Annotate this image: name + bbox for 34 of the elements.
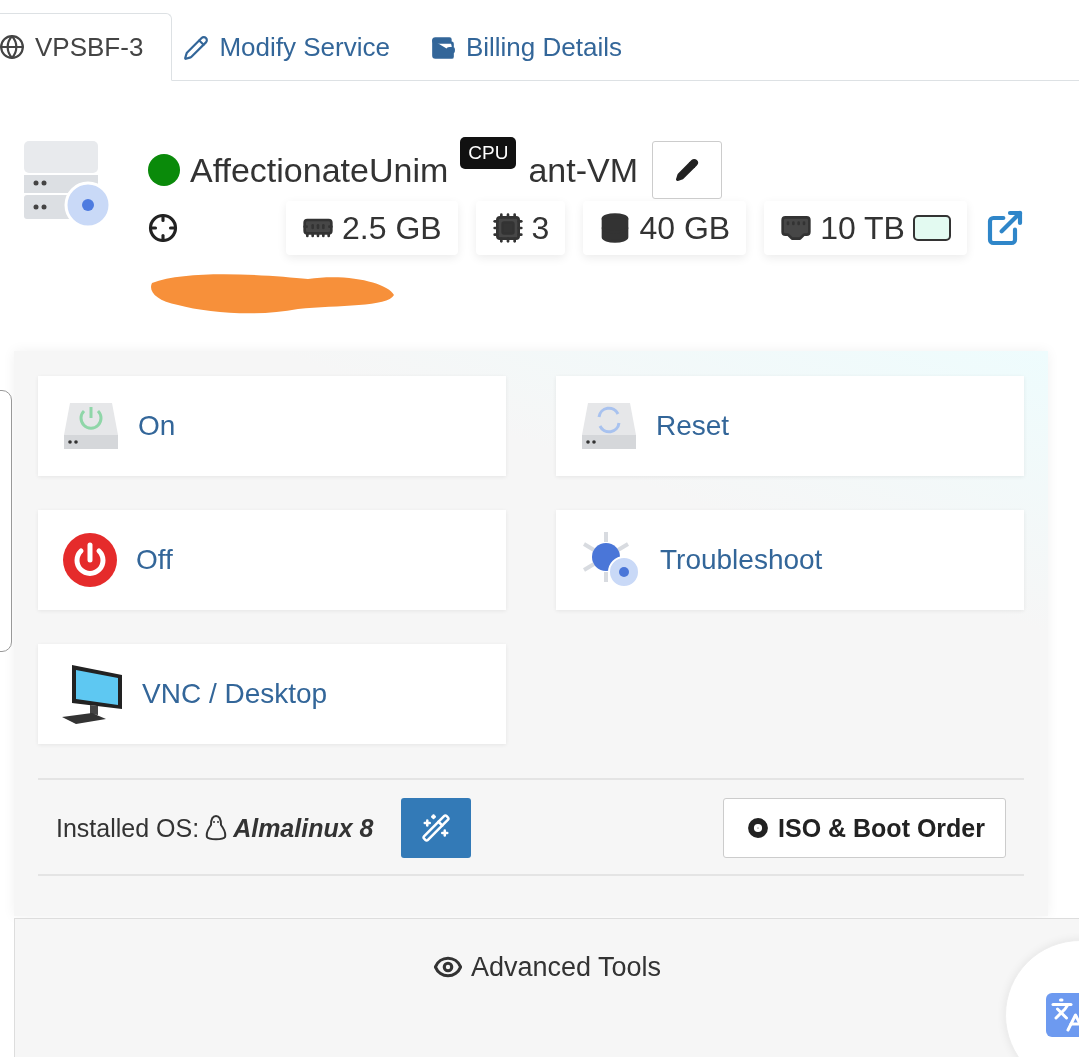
reinstall-button[interactable] — [401, 798, 472, 858]
drive-power-icon — [62, 401, 120, 451]
action-button[interactable]: Off — [38, 510, 506, 610]
pencil-icon — [675, 158, 699, 182]
action-button[interactable]: VNC / Desktop — [38, 644, 506, 744]
action-button[interactable]: On — [38, 376, 506, 476]
os-name: Almalinux 8 — [233, 813, 374, 843]
tab[interactable]: VPSBF-3 — [0, 13, 173, 81]
spec-badge: 40 GB — [583, 201, 747, 255]
monitor-icon — [62, 663, 124, 725]
usage-bar-icon — [912, 215, 951, 241]
penguin-icon — [205, 815, 228, 841]
os-label: Installed OS: — [56, 813, 200, 843]
pencil-icon — [183, 34, 210, 61]
wallet-icon — [429, 34, 456, 61]
edit-button[interactable] — [652, 141, 722, 199]
tooltip: CPU — [460, 137, 517, 169]
tab[interactable]: Billing Details — [418, 13, 651, 81]
advanced-tools-button[interactable]: Advanced Tools — [426, 949, 668, 985]
globe-icon — [0, 34, 25, 60]
magic-wand-icon — [421, 813, 452, 843]
server-name: AffectionateUnim — [190, 150, 449, 190]
crosshair-icon[interactable] — [148, 213, 178, 243]
drive-refresh-icon — [580, 401, 638, 451]
spec-badge: 10 TB — [764, 201, 967, 255]
spec-badge: 3 — [475, 201, 566, 255]
power-icon — [62, 532, 118, 588]
tab[interactable]: Modify Service — [172, 13, 419, 81]
action-button[interactable]: Troubleshoot — [556, 510, 1024, 610]
spec-badge: 2.5 GB — [286, 201, 458, 255]
iso-boot-button[interactable]: ISO & Boot Order — [723, 798, 1006, 858]
action-button[interactable]: Reset — [556, 376, 1024, 476]
server-name: ant-VM — [528, 150, 638, 190]
translate-icon — [1046, 993, 1079, 1037]
